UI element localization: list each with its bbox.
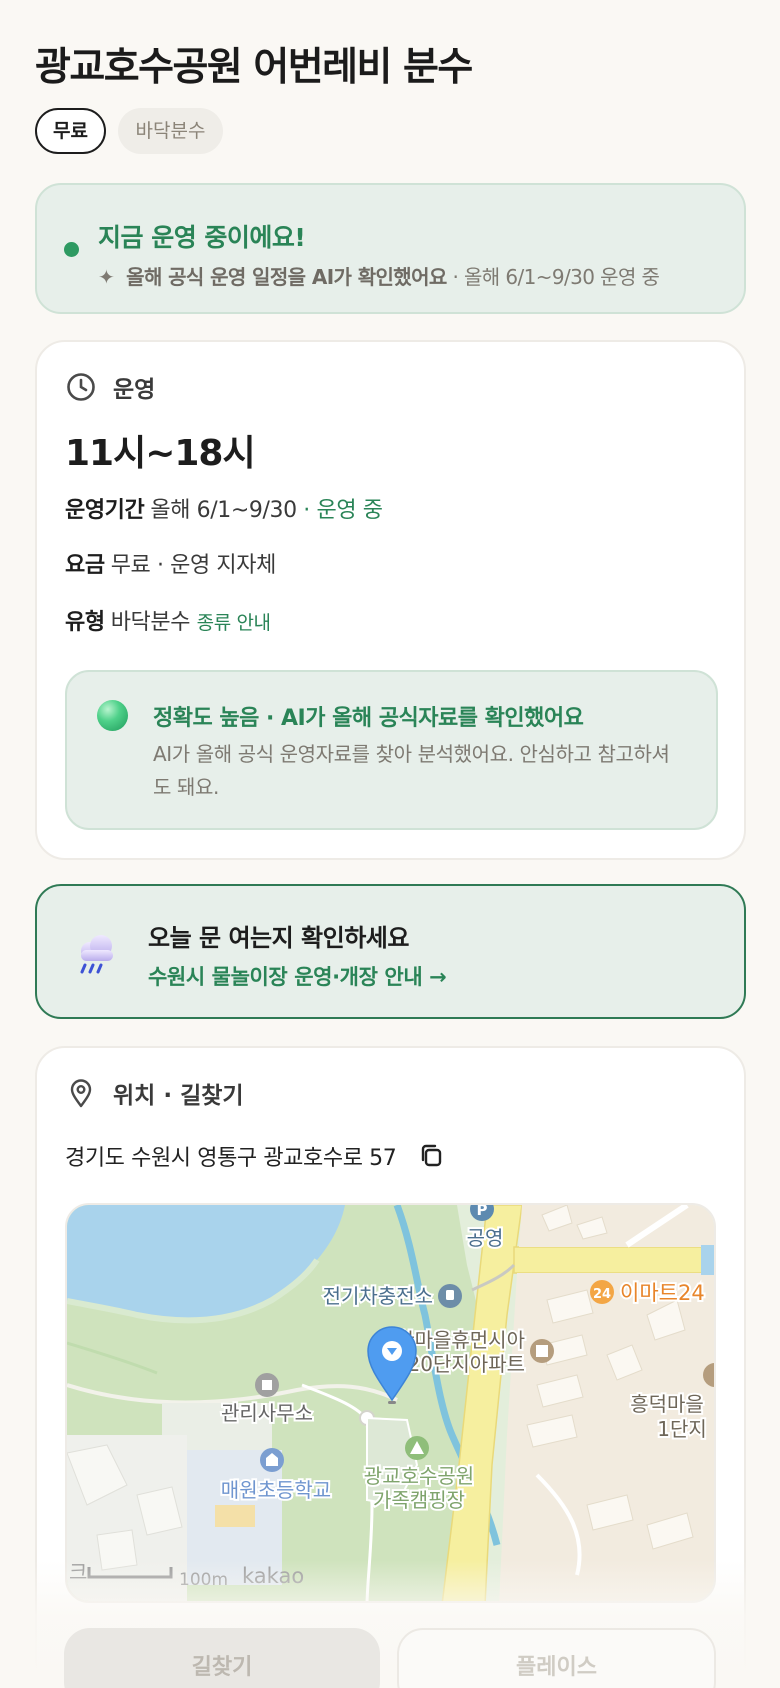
map-label-school: 매원초등학교 (221, 1478, 331, 1502)
notice-link[interactable]: 수원시 물놀이장 운영·개장 안내 → (148, 961, 447, 991)
period-value: 올해 6/1~9/30 (150, 498, 297, 523)
type-value: 바닥분수 (110, 610, 191, 635)
fee-value: 무료 · 운영 지자체 (110, 553, 277, 578)
map-label-parking: 공영 (467, 1226, 504, 1250)
period-row: 운영기간 올해 6/1~9/30 · 운영 중 (65, 492, 383, 524)
map-label-east1: 흥덕마을 (630, 1392, 704, 1416)
map-canvas: P 공영 전기차충전소 24 이마트24 한마을휴먼시아 20단지아파트 흥덕마… (67, 1205, 714, 1601)
status-period-note: · 올해 6/1~9/30 운영 중 (452, 265, 660, 289)
hours-card-title: 운영 (113, 377, 156, 403)
fee-label: 요금 (65, 553, 105, 578)
status-ai-note: 올해 공식 운영 일정을 AI가 확인했어요 (126, 265, 447, 289)
accuracy-box: 정확도 높음 · AI가 올해 공식자료를 확인했어요 AI가 올해 공식 운영… (65, 670, 718, 830)
clock-icon (67, 373, 95, 401)
map-label-emart: 이마트24 (620, 1281, 705, 1305)
rain-cloud-icon (80, 935, 113, 974)
map-label-camp2: 가족캠핑장 (373, 1488, 465, 1512)
map-label-east2: 1단지 (657, 1417, 707, 1441)
map-label-ev: 전기차충전소 (323, 1284, 433, 1308)
page: 광교호수공원 어번레비 분수 무료 바닥분수 지금 운영 중이에요! ✦ 올해 공… (0, 0, 780, 1688)
convenience-store-poi[interactable]: 24 이마트24 (590, 1279, 707, 1307)
page-title: 광교호수공원 어번레비 분수 (35, 45, 473, 90)
copy-icon[interactable] (416, 1141, 446, 1171)
hours-card: 운영 11시~18시 운영기간 올해 6/1~9/30 · 운영 중 요금 무료 ·… (35, 340, 746, 860)
fee-chip[interactable]: 무료 (35, 108, 106, 154)
type-row: 유형 바닥분수 종류 안내 (65, 604, 271, 636)
status-subtitle: ✦ 올해 공식 운영 일정을 AI가 확인했어요 · 올해 6/1~9/30 운영… (98, 261, 660, 290)
map-label-camp1: 광교호수공원 (364, 1464, 474, 1488)
period-status: · 운영 중 (303, 498, 383, 523)
sparkle-icon: ✦ (98, 265, 115, 289)
address-row: 경기도 수원시 영통구 광교호수로 57 (65, 1140, 446, 1172)
place-button[interactable]: 플레이스 (397, 1628, 716, 1688)
period-label: 운영기간 (65, 498, 145, 523)
status-banner: 지금 운영 중이에요! ✦ 올해 공식 운영 일정을 AI가 확인했어요 · 올해… (35, 183, 746, 314)
type-guide-link[interactable]: 종류 안내 (197, 612, 271, 634)
notice-title: 오늘 문 여는지 확인하세요 (148, 924, 409, 952)
location-card-header: 위치 · 길찾기 (65, 1076, 244, 1110)
location-map[interactable]: P 공영 전기차충전소 24 이마트24 한마을휴먼시아 20단지아파트 흥덕마… (65, 1203, 716, 1603)
accuracy-description: AI가 올해 공식 운영자료를 찾아 분석했어요. 안심하고 참고하셔도 돼요. (153, 742, 670, 799)
open-check-notice[interactable]: 오늘 문 여는지 확인하세요 수원시 물놀이장 운영·개장 안내 → (35, 884, 746, 1019)
hours-card-header: 운영 (65, 370, 155, 404)
directions-button[interactable]: 길찾기 (64, 1628, 380, 1688)
type-chip[interactable]: 바닥분수 (118, 108, 223, 154)
type-label: 유형 (65, 610, 105, 635)
location-card-title: 위치 · 길찾기 (113, 1083, 244, 1109)
location-pin-icon (70, 1079, 92, 1108)
status-title: 지금 운영 중이에요! (98, 223, 306, 252)
status-dot-icon (64, 242, 79, 257)
map-label-office: 관리사무소 (221, 1401, 313, 1425)
address-text: 경기도 수원시 영통구 광교호수로 57 (65, 1146, 397, 1171)
svg-text:P: P (477, 1205, 488, 1219)
svg-text:24: 24 (593, 1287, 611, 1302)
accuracy-title: 정확도 높음 · AI가 올해 공식자료를 확인했어요 (153, 706, 584, 731)
accuracy-orb-icon (97, 700, 128, 731)
map-label-apt2: 20단지아파트 (408, 1352, 525, 1376)
fee-row: 요금 무료 · 운영 지자체 (65, 547, 276, 579)
operating-hours: 11시~18시 (65, 433, 256, 474)
